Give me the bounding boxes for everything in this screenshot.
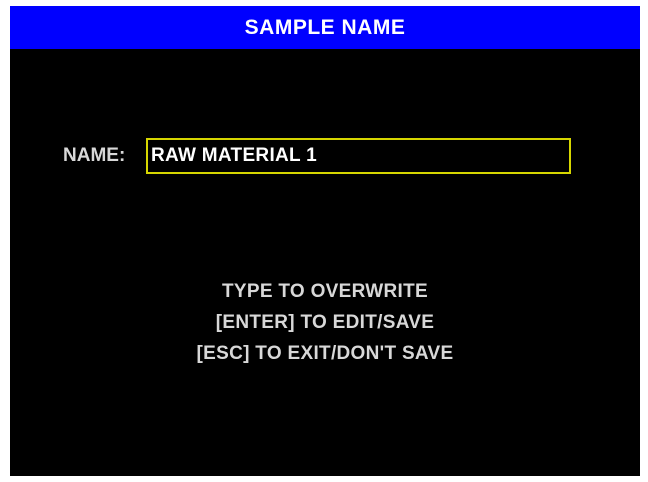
instructions: TYPE TO OVERWRITE [ENTER] TO EDIT/SAVE [… (10, 276, 640, 369)
instruction-esc: [ESC] TO EXIT/DON'T SAVE (196, 343, 454, 364)
sample-name-screen: SAMPLE NAME NAME: RAW MATERIAL 1 TYPE TO… (10, 6, 640, 476)
name-label: NAME: (63, 145, 126, 166)
screen-title: SAMPLE NAME (10, 6, 640, 49)
name-input[interactable]: RAW MATERIAL 1 (146, 138, 571, 174)
instruction-enter: [ENTER] TO EDIT/SAVE (215, 312, 435, 333)
instruction-overwrite: TYPE TO OVERWRITE (221, 281, 429, 302)
